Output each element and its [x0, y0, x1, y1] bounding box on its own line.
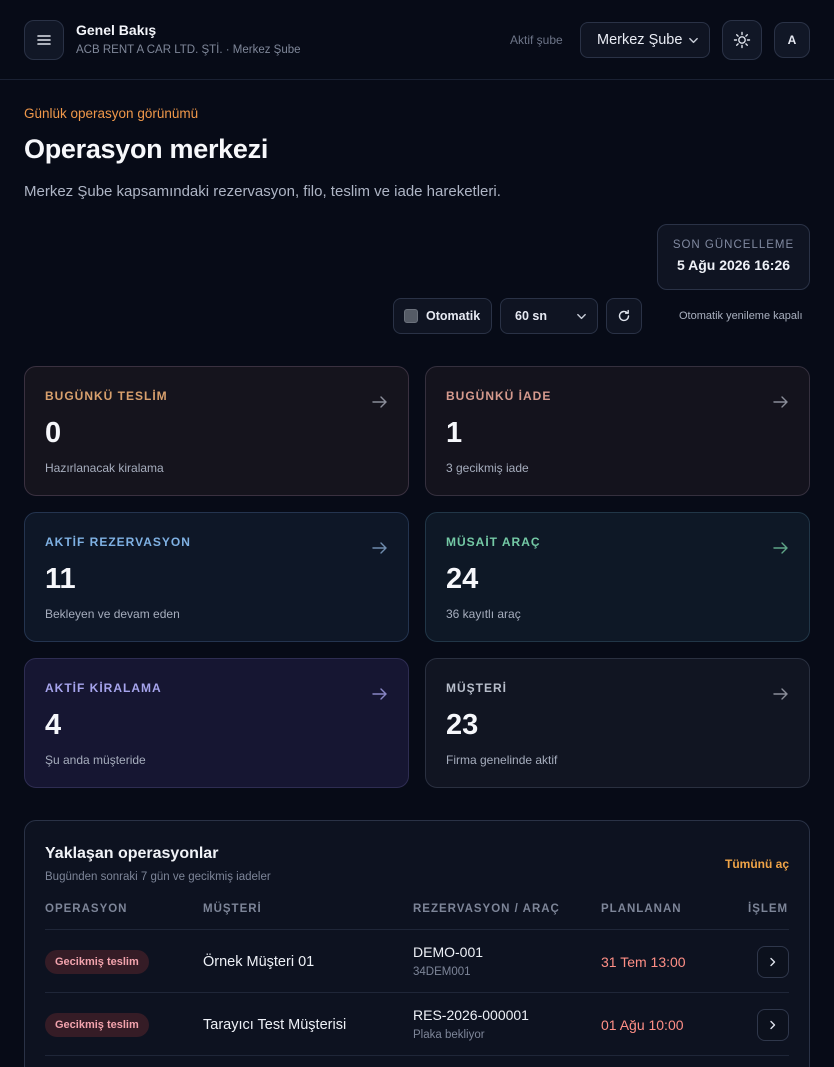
card-value: 11 [45, 563, 76, 595]
column-header-reservation-vehicle: REZERVASYON / ARAÇ [413, 903, 560, 915]
status-badge: Gecikmiş teslim [45, 1013, 149, 1037]
refresh-interval-value: 60 sn [515, 309, 547, 323]
card-subtext: 36 kayıtlı araç [446, 607, 521, 621]
card-subtext: Şu anda müşteride [45, 753, 146, 767]
chevron-down-icon [689, 37, 698, 44]
auto-refresh-label: Otomatik [426, 309, 481, 323]
card-value: 0 [45, 417, 62, 449]
arrow-right-icon [372, 396, 387, 408]
chevron-down-icon [577, 313, 586, 320]
column-header-operation: OPERASYON [45, 903, 128, 915]
customer-name: Örnek Müşteri 01 [203, 954, 315, 970]
arrow-right-icon [773, 542, 788, 554]
last-update-label: SON GÜNCELLEME [672, 239, 795, 251]
planned-datetime: 31 Tem 13:00 [601, 954, 686, 970]
customer-name: Tarayıcı Test Müşterisi [203, 1017, 347, 1033]
vehicle-plate: 34DEM001 [413, 966, 471, 978]
card-label: BUGÜNKÜ İADE [446, 389, 552, 403]
user-avatar-button[interactable]: A [774, 22, 810, 58]
open-row-button[interactable] [757, 1009, 789, 1041]
company-branch-subtitle: ACB RENT A CAR LTD. ŞTİ. · Merkez Şube [76, 44, 301, 56]
arrow-right-icon [773, 396, 788, 408]
card-value: 23 [446, 709, 479, 741]
card-label: MÜSAİT ARAÇ [446, 535, 541, 549]
last-update-value: 5 Ağu 2026 16:26 [676, 257, 791, 273]
arrow-right-icon [372, 688, 387, 700]
menu-button[interactable] [24, 20, 64, 60]
card-todays-return[interactable]: BUGÜNKÜ İADE 1 3 gecikmiş iade [425, 366, 810, 496]
auto-refresh-status: Otomatik yenileme kapalı [679, 310, 803, 322]
page-description: Merkez Şube kapsamındaki rezervasyon, fi… [24, 183, 501, 200]
top-bar: Genel Bakış ACB RENT A CAR LTD. ŞTİ. · M… [0, 0, 834, 80]
panel-subtitle: Bugünden sonraki 7 gün ve gecikmiş iadel… [45, 871, 271, 883]
card-subtext: Firma genelinde aktif [446, 753, 558, 767]
card-customer[interactable]: MÜŞTERİ 23 Firma genelinde aktif [425, 658, 810, 788]
card-active-reservation[interactable]: AKTİF REZERVASYON 11 Bekleyen ve devam e… [24, 512, 409, 642]
branch-select[interactable]: Merkez Şube [580, 22, 710, 58]
page-title: Operasyon merkezi [24, 134, 269, 164]
auto-refresh-toggle[interactable]: Otomatik [393, 298, 492, 334]
table-row: Gecikmiş teslim Örnek Müşteri 01 DEMO-00… [45, 930, 789, 993]
card-value: 4 [45, 709, 62, 741]
auto-refresh-checkbox[interactable] [404, 309, 418, 323]
theme-toggle-button[interactable] [722, 20, 762, 60]
table-row: Gecikmiş teslim Tarayıcı Test Müşterisi … [45, 993, 789, 1056]
refresh-icon [618, 309, 630, 322]
column-header-customer: MÜŞTERİ [203, 903, 262, 915]
card-label: MÜŞTERİ [446, 681, 507, 695]
chevron-right-icon [770, 957, 776, 967]
status-badge: Gecikmiş teslim [45, 950, 149, 974]
refresh-interval-select[interactable]: 60 sn [500, 298, 598, 334]
vehicle-plate: Plaka bekliyor [413, 1029, 485, 1041]
card-subtext: Hazırlanacak kiralama [45, 461, 164, 475]
see-all-link[interactable]: Tümünü aç [725, 857, 789, 871]
card-subtext: Bekleyen ve devam eden [45, 607, 180, 621]
reservation-code: RES-2026-000001 [413, 1007, 529, 1023]
card-todays-delivery[interactable]: BUGÜNKÜ TESLİM 0 Hazırlanacak kiralama [24, 366, 409, 496]
card-label: BUGÜNKÜ TESLİM [45, 389, 168, 403]
branch-label: Aktif şube [510, 33, 563, 47]
panel-title: Yaklaşan operasyonlar [45, 845, 219, 862]
chevron-right-icon [770, 1020, 776, 1030]
card-available-vehicle[interactable]: MÜSAİT ARAÇ 24 36 kayıtlı araç [425, 512, 810, 642]
card-value: 1 [446, 417, 463, 449]
reservation-code: DEMO-001 [413, 944, 484, 960]
arrow-right-icon [372, 542, 387, 554]
last-update-box: SON GÜNCELLEME 5 Ağu 2026 16:26 [657, 224, 810, 290]
planned-datetime: 01 Ağu 10:00 [601, 1017, 684, 1033]
menu-icon [37, 35, 51, 45]
card-active-rental[interactable]: AKTİF KİRALAMA 4 Şu anda müşteride [24, 658, 409, 788]
column-header-action: İŞLEM [748, 903, 789, 915]
card-subtext: 3 gecikmiş iade [446, 461, 529, 475]
card-label: AKTİF REZERVASYON [45, 535, 191, 549]
branch-select-value: Merkez Şube [597, 32, 683, 48]
upcoming-operations-panel: Yaklaşan operasyonlar Bugünden sonraki 7… [24, 820, 810, 1067]
open-row-button[interactable] [757, 946, 789, 978]
card-label: AKTİF KİRALAMA [45, 681, 162, 695]
column-header-planned: PLANLANAN [601, 903, 682, 915]
card-value: 24 [446, 563, 479, 595]
refresh-button[interactable] [606, 298, 642, 334]
page-title-header: Genel Bakış [76, 22, 157, 38]
sun-icon [733, 31, 751, 49]
hero-eyebrow: Günlük operasyon görünümü [24, 106, 199, 121]
arrow-right-icon [773, 688, 788, 700]
